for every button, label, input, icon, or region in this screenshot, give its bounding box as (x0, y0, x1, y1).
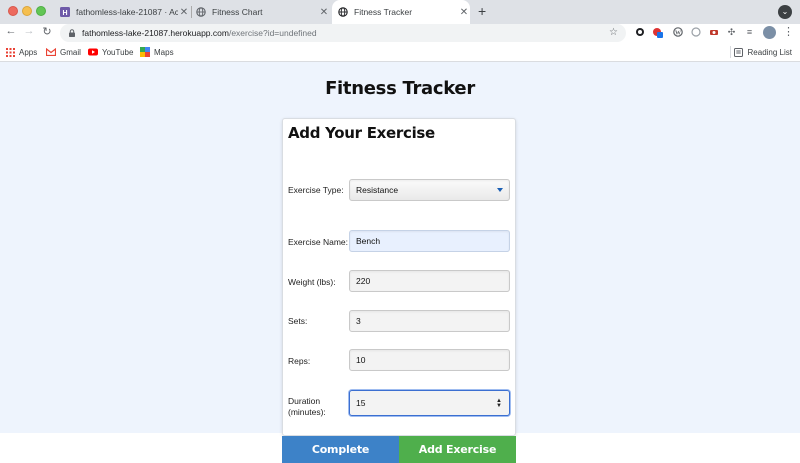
maps-icon (140, 47, 150, 57)
extension-ring-icon[interactable] (690, 27, 701, 38)
complete-button[interactable]: Complete (282, 436, 399, 463)
reading-list-label: Reading List (747, 47, 792, 57)
tab-title: fathomless-lake-21087 · Activi (76, 7, 178, 17)
gmail-icon (46, 47, 56, 57)
page-title: Fitness Tracker (325, 78, 475, 99)
reps-label: Reps: (288, 356, 311, 366)
bookmark-maps[interactable]: Maps (140, 47, 174, 57)
bookmark-label: Gmail (60, 47, 81, 57)
back-icon[interactable]: ← (4, 25, 18, 37)
exercise-type-label: Exercise Type: (288, 185, 344, 195)
extension-badge-icon[interactable] (652, 27, 663, 38)
svg-text:W: W (675, 30, 681, 36)
bookmark-gmail[interactable]: Gmail (46, 47, 81, 57)
extensions-puzzle-icon[interactable]: ✣ (726, 27, 737, 38)
add-exercise-button[interactable]: Add Exercise (399, 436, 516, 463)
globe-icon (196, 7, 206, 17)
browser-tab-heroku[interactable]: H fathomless-lake-21087 · Activi ✕ (58, 0, 190, 24)
duration-input[interactable]: 15 ▲ ▼ (349, 390, 510, 416)
browser-tab-strip: H fathomless-lake-21087 · Activi ✕ Fitne… (0, 0, 800, 24)
tab-title: Fitness Chart (212, 7, 263, 17)
weight-value: 220 (356, 276, 371, 286)
exercise-name-value: Bench (356, 236, 381, 246)
exercise-name-label: Exercise Name: (288, 237, 348, 247)
exercise-type-select[interactable]: Resistance (349, 179, 510, 201)
tab-title: Fitness Tracker (354, 7, 413, 17)
extension-camera-icon[interactable] (708, 27, 719, 38)
browser-tab-fitness-chart[interactable]: Fitness Chart ✕ (196, 0, 330, 24)
reading-list-button[interactable]: Reading List (734, 47, 792, 57)
close-window-button[interactable] (8, 6, 18, 16)
bookmarks-divider (730, 46, 731, 58)
exercise-type-value: Resistance (356, 185, 399, 195)
bookmark-star-icon[interactable]: ☆ (609, 27, 618, 38)
apps-grid-icon (5, 47, 15, 57)
weight-label: Weight (lbs): (288, 277, 336, 287)
forward-icon[interactable]: → (22, 25, 36, 37)
browser-tab-fitness-tracker[interactable]: Fitness Tracker ✕ (332, 0, 470, 24)
bookmark-apps[interactable]: Apps (5, 47, 37, 57)
heroku-icon: H (60, 7, 70, 17)
bookmark-youtube[interactable]: YouTube (88, 47, 133, 57)
url-host: fathomless-lake-21087.herokuapp.com (82, 28, 229, 38)
url-path: /exercise?id=undefined (228, 28, 317, 38)
wordpress-icon[interactable]: W (672, 27, 683, 38)
close-tab-icon[interactable]: ✕ (178, 7, 190, 18)
chevron-down-icon (497, 188, 503, 192)
extension-circle-icon[interactable] (634, 27, 645, 38)
weight-input[interactable]: 220 (349, 270, 510, 292)
tab-search-icon[interactable]: ⌄ (778, 5, 792, 19)
bookmarks-bar: Apps Gmail YouTube Maps Reading List (0, 42, 800, 62)
spinner-arrows-icon[interactable]: ▲ ▼ (496, 398, 502, 409)
bookmark-label: Maps (154, 47, 174, 57)
form-title: Add Your Exercise (288, 124, 435, 142)
minimize-window-button[interactable] (22, 6, 32, 16)
duration-label: Duration (minutes): (288, 396, 326, 418)
sets-label: Sets: (288, 316, 308, 326)
exercise-name-input[interactable]: Bench (349, 230, 510, 252)
youtube-icon (88, 47, 98, 57)
sets-value: 3 (356, 316, 361, 326)
reload-icon[interactable]: ↻ (40, 25, 54, 38)
maximize-window-button[interactable] (36, 6, 46, 16)
bookmark-label: Apps (19, 47, 38, 57)
reps-value: 10 (356, 355, 366, 365)
close-tab-icon[interactable]: ✕ (458, 7, 470, 18)
reading-list-icon (734, 47, 744, 57)
sets-input[interactable]: 3 (349, 310, 510, 332)
lock-icon (69, 29, 75, 37)
address-bar[interactable]: fathomless-lake-21087.herokuapp.com/exer… (60, 24, 626, 42)
duration-label-line1: Duration (288, 396, 321, 406)
browser-toolbar: ← → ↻ fathomless-lake-21087.herokuapp.co… (0, 24, 800, 42)
duration-label-line2: (minutes): (288, 407, 326, 417)
new-tab-button[interactable]: + (478, 3, 486, 19)
browser-menu-icon[interactable]: ⋮ (783, 25, 794, 38)
duration-value: 15 (356, 398, 366, 408)
bookmark-label: YouTube (102, 47, 134, 57)
reps-input[interactable]: 10 (349, 349, 510, 371)
close-tab-icon[interactable]: ✕ (318, 7, 330, 18)
avatar[interactable] (763, 26, 776, 39)
reading-list-toolbar-icon[interactable]: ≡ (744, 27, 755, 38)
tab-divider (191, 6, 192, 18)
globe-icon (338, 7, 348, 17)
svg-text:H: H (62, 10, 67, 17)
